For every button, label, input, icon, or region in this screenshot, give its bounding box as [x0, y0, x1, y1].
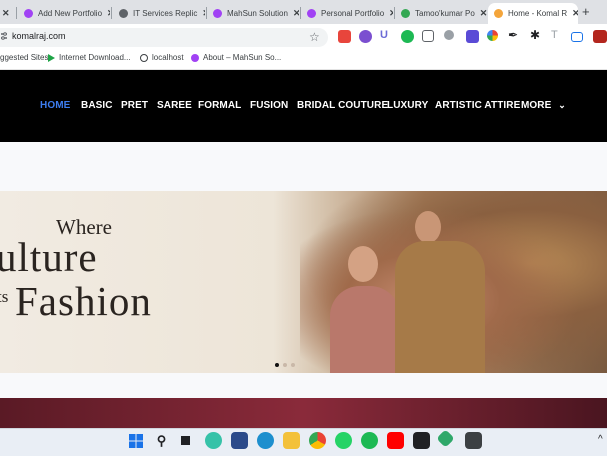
puzzle-extension-icon[interactable]: ✱: [530, 28, 540, 42]
side-panel-icon[interactable]: [571, 32, 583, 42]
extension-icon[interactable]: [359, 30, 372, 43]
hero-model-photo: [300, 191, 607, 373]
carousel-dot[interactable]: [291, 363, 295, 367]
hero-banner: Where ulture ts Fashion: [0, 191, 607, 373]
new-tab-button[interactable]: +: [582, 4, 590, 19]
hero-text-meets: ts: [0, 287, 9, 306]
app-icon[interactable]: [361, 432, 378, 449]
nav-artistic-attire[interactable]: ARTISTIC ATTIRE: [435, 100, 520, 111]
bookmark-label: ggested Sites: [0, 53, 49, 62]
close-tab-icon[interactable]: ✕: [107, 8, 110, 19]
profile-icon[interactable]: [593, 30, 607, 43]
nav-more[interactable]: MORE ⌄: [521, 100, 566, 111]
hero-text-culture: ulture: [0, 234, 98, 280]
bookmark-label: About – MahSun So...: [203, 53, 282, 62]
nav-luxury[interactable]: LUXURY: [387, 100, 428, 111]
site-favicon-icon: [213, 9, 222, 18]
extension-icon[interactable]: [401, 30, 414, 43]
tab-title: Personal Portfolio: [321, 9, 385, 18]
site-favicon-icon: [494, 9, 503, 18]
windows-start-icon[interactable]: [127, 432, 144, 449]
youtube-icon[interactable]: [387, 432, 404, 449]
chat-icon[interactable]: [205, 432, 222, 449]
tab-it-services[interactable]: IT Services Replic ✕: [113, 3, 205, 24]
nav-more-label: MORE: [521, 100, 552, 111]
nav-formal[interactable]: FORMAL: [198, 100, 241, 111]
globe-icon: [140, 53, 148, 62]
close-tab-icon[interactable]: ✕: [572, 8, 578, 19]
tab-title: Add New Portfolio: [38, 9, 103, 18]
tab-title: Tamoo'kumar Po: [415, 9, 475, 18]
extension-icon[interactable]: U: [380, 29, 388, 41]
tab-title: IT Services Replic: [133, 9, 198, 18]
site-favicon-icon: [119, 9, 128, 18]
nav-saree[interactable]: SAREE: [157, 100, 192, 111]
url-text[interactable]: komalraj.com: [12, 31, 66, 41]
windows-taskbar: [0, 428, 607, 456]
model-outfit: [330, 286, 400, 373]
play-icon: [48, 53, 55, 62]
extension-icon[interactable]: [338, 30, 351, 43]
nav-fusion[interactable]: FUSION: [250, 100, 288, 111]
close-tab-icon[interactable]: ✕: [389, 8, 393, 19]
nav-basic[interactable]: BASIC: [81, 100, 113, 111]
tab-tamoo-kumar[interactable]: Tamoo'kumar Po ✕: [395, 3, 487, 24]
extension-icon[interactable]: [466, 30, 479, 43]
nav-pret[interactable]: PRET: [121, 100, 148, 111]
site-info-icon[interactable]: [0, 31, 8, 41]
model-face: [348, 246, 378, 282]
bookmark-about-mahsun[interactable]: About – MahSun So...: [191, 53, 281, 62]
carousel-dot-active[interactable]: [275, 363, 279, 367]
image-extension-icon[interactable]: [422, 30, 434, 42]
bookmark-localhost[interactable]: localhost: [140, 53, 184, 62]
site-favicon-icon: [191, 53, 199, 62]
search-icon[interactable]: ⚲: [153, 432, 170, 449]
whatsapp-icon[interactable]: [335, 432, 352, 449]
task-view-icon[interactable]: [177, 432, 194, 449]
tab-partial[interactable]: ✕: [0, 3, 14, 24]
close-tab-icon[interactable]: ✕: [480, 8, 487, 19]
tab-mahsun-solution[interactable]: MahSun Solution ✕: [207, 3, 299, 24]
bookmark-suggested-sites[interactable]: ggested Sites: [0, 53, 48, 62]
bookmark-star-icon[interactable]: ☆: [309, 30, 320, 44]
chevron-up-icon[interactable]: ^: [598, 434, 603, 445]
tab-title: MahSun Solution: [227, 9, 288, 18]
edge-icon[interactable]: [257, 432, 274, 449]
site-favicon-icon: [307, 9, 316, 18]
camera-extension-icon[interactable]: [444, 30, 454, 40]
nav-home[interactable]: HOME: [40, 100, 70, 111]
next-section-banner: [0, 398, 607, 428]
tab-personal-portfolio[interactable]: Personal Portfolio ✕: [301, 3, 393, 24]
eyedropper-extension-icon[interactable]: ✒: [508, 28, 518, 42]
file-explorer-icon[interactable]: [283, 432, 300, 449]
nav-bridal-couture[interactable]: BRIDAL COUTURE: [297, 100, 388, 111]
close-tab-icon[interactable]: ✕: [2, 8, 10, 19]
github-icon[interactable]: [413, 432, 430, 449]
site-favicon-icon: [401, 9, 410, 18]
extension-icon[interactable]: [487, 30, 498, 41]
close-tab-icon[interactable]: ✕: [202, 8, 205, 19]
chevron-down-icon: ⌄: [558, 100, 566, 110]
hero-text-fashion: Fashion: [15, 278, 152, 324]
text-extension-icon[interactable]: T: [551, 29, 558, 41]
model-outfit: [395, 241, 485, 373]
tab-home-komal-raj[interactable]: Home - Komal R ✕: [488, 3, 578, 24]
tab-title: Home - Komal R: [508, 9, 568, 18]
tab-add-new-portfolio[interactable]: Add New Portfolio ✕: [18, 3, 110, 24]
model-face: [415, 211, 441, 243]
bookmark-label: Internet Download...: [59, 53, 131, 62]
carousel-dot[interactable]: [283, 363, 287, 367]
site-favicon-icon: [24, 9, 33, 18]
chrome-icon[interactable]: [309, 432, 326, 449]
terminal-icon[interactable]: [465, 432, 482, 449]
bookmark-internet-download[interactable]: Internet Download...: [48, 53, 131, 62]
store-icon[interactable]: [231, 432, 248, 449]
bookmark-label: localhost: [152, 53, 184, 62]
close-tab-icon[interactable]: ✕: [293, 8, 299, 19]
